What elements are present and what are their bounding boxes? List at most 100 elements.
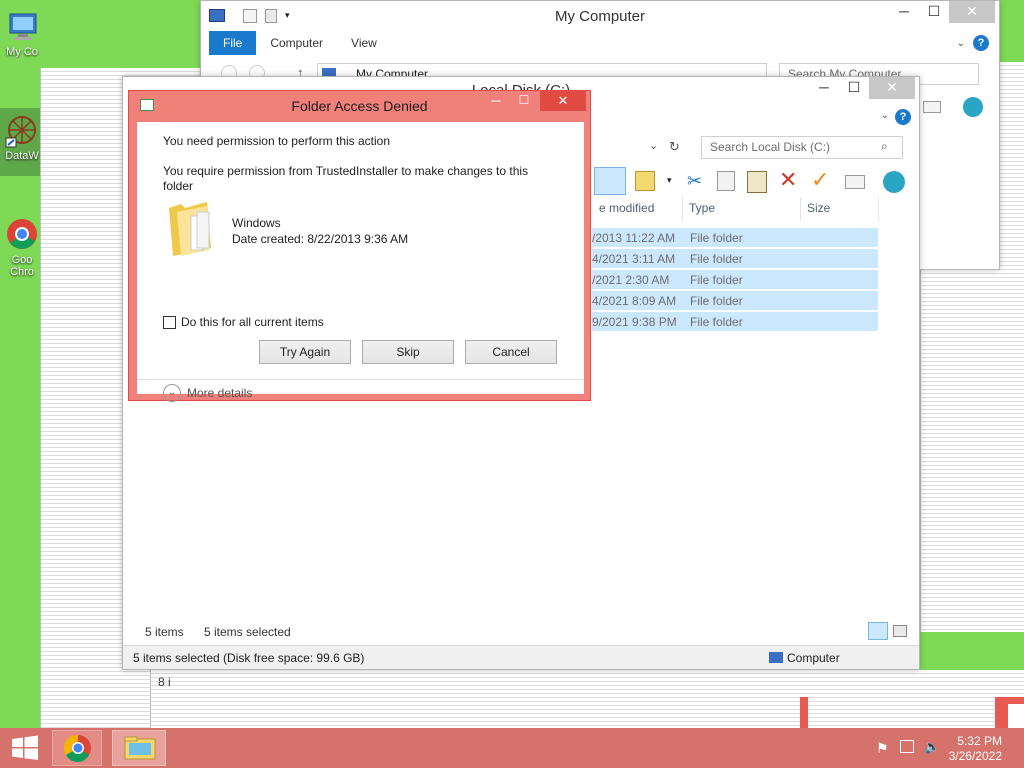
row-date: /2021 2:30 AM bbox=[592, 272, 670, 287]
column-date-modified[interactable]: e modified bbox=[593, 197, 683, 221]
search-input[interactable]: Search Local Disk (C:) bbox=[701, 136, 903, 159]
maximize-button[interactable]: ☐ bbox=[510, 93, 538, 113]
table-row[interactable]: 9/2021 9:38 PM File folder bbox=[592, 311, 878, 331]
maximize-button[interactable]: ☐ bbox=[839, 77, 869, 99]
checkmark-icon[interactable]: ✓ bbox=[811, 167, 829, 193]
taskbar-chrome-button[interactable] bbox=[52, 730, 102, 766]
minimize-button[interactable]: ─ bbox=[809, 77, 839, 99]
maximize-button[interactable]: ☐ bbox=[919, 1, 949, 23]
layout-icon[interactable] bbox=[594, 167, 626, 195]
delete-icon[interactable]: ✕ bbox=[779, 167, 797, 193]
cancel-button[interactable]: Cancel bbox=[465, 340, 557, 364]
network-icon[interactable] bbox=[900, 740, 914, 753]
column-size[interactable]: Size bbox=[801, 197, 879, 221]
row-date: /2013 11:22 AM bbox=[592, 230, 676, 245]
tab-file[interactable]: File bbox=[209, 31, 257, 55]
tab-computer[interactable]: Computer bbox=[256, 31, 337, 55]
taskbar: ⚑ 🔈 5:32 PM 3/26/2022 bbox=[0, 728, 1024, 768]
help-icon[interactable]: ? bbox=[895, 109, 911, 125]
refresh-icon[interactable]: ↻ bbox=[669, 139, 680, 155]
desktop-icon-chrome[interactable]: Goo Chro bbox=[0, 216, 44, 278]
row-type: File folder bbox=[690, 230, 743, 245]
status-bar: 5 items selected (Disk free space: 99.6 … bbox=[123, 645, 919, 669]
globe-icon[interactable] bbox=[963, 97, 983, 117]
try-again-button[interactable]: Try Again bbox=[259, 340, 351, 364]
more-details-link[interactable]: More details bbox=[187, 386, 252, 400]
file-explorer-icon bbox=[124, 736, 156, 760]
tab-view[interactable]: View bbox=[337, 31, 391, 55]
large-icons-view-icon[interactable] bbox=[893, 625, 907, 637]
system-tray: ⚑ 🔈 5:32 PM 3/26/2022 bbox=[854, 728, 1024, 768]
chevron-down-icon[interactable]: ⌄ bbox=[957, 38, 965, 49]
taskbar-explorer-button[interactable] bbox=[112, 730, 166, 766]
desktop-icon-label: My Co bbox=[6, 46, 38, 58]
status-items-count: 5 items bbox=[145, 625, 184, 639]
window-title: My Computer bbox=[554, 8, 646, 25]
dialog-divider bbox=[137, 379, 584, 380]
help-icon[interactable]: ? bbox=[973, 35, 989, 51]
ribbon-tabs: File Computer View ⌄ ? bbox=[201, 31, 999, 55]
chevron-down-icon[interactable]: ⌄ bbox=[881, 110, 889, 121]
start-button[interactable] bbox=[0, 730, 50, 766]
folder-name: Windows bbox=[232, 216, 281, 230]
chrome-icon bbox=[4, 216, 40, 252]
copy-icon[interactable] bbox=[717, 171, 735, 191]
desktop-icon-dataw[interactable]: DataW bbox=[0, 108, 44, 176]
status-location: Computer bbox=[787, 651, 840, 665]
view-icon[interactable] bbox=[923, 101, 941, 113]
desktop-icon-label: Goo bbox=[11, 254, 33, 266]
partial-status-text: 8 i bbox=[158, 675, 171, 689]
row-type: File folder bbox=[690, 272, 743, 287]
apply-all-label[interactable]: Do this for all current items bbox=[181, 315, 324, 329]
dialog-detail: You require permission from TrustedInsta… bbox=[163, 164, 529, 193]
details-view-icon[interactable] bbox=[868, 622, 888, 640]
search-icon[interactable]: ⌕ bbox=[881, 139, 888, 154]
chevron-down-icon[interactable]: ⌄ bbox=[649, 139, 658, 152]
rename-icon[interactable] bbox=[845, 175, 865, 189]
window-titlebar[interactable]: ▾ My Computer ─ ☐ ✕ bbox=[201, 1, 999, 31]
desktop-icon-my-computer[interactable]: My Co bbox=[0, 8, 44, 58]
folder-options-icon[interactable] bbox=[635, 171, 655, 191]
drag-trail-red-edge bbox=[800, 697, 808, 728]
folder-date-created: Date created: 8/22/2013 9:36 AM bbox=[232, 232, 409, 246]
row-type: File folder bbox=[690, 293, 743, 308]
minimize-button[interactable]: ─ bbox=[889, 1, 919, 23]
row-date: 4/2021 8:09 AM bbox=[592, 293, 677, 308]
cut-icon[interactable]: ✂ bbox=[687, 171, 702, 192]
row-type: File folder bbox=[690, 314, 743, 329]
close-button[interactable]: ✕ bbox=[869, 77, 915, 99]
skip-button[interactable]: Skip bbox=[362, 340, 454, 364]
apply-all-checkbox[interactable] bbox=[163, 316, 176, 329]
computer-icon bbox=[769, 652, 783, 663]
folder-icon bbox=[167, 198, 213, 260]
row-date: 9/2021 9:38 PM bbox=[592, 314, 677, 329]
status-bar-text: 5 items selected (Disk free space: 99.6 … bbox=[133, 651, 365, 665]
table-row[interactable]: 4/2021 8:09 AM File folder bbox=[592, 290, 878, 310]
window-drag-trail bbox=[150, 670, 1024, 728]
dialog-body: You need permission to perform this acti… bbox=[137, 122, 584, 402]
close-button[interactable]: ✕ bbox=[540, 91, 586, 111]
column-type[interactable]: Type bbox=[683, 197, 801, 221]
folder-access-denied-dialog[interactable]: Folder Access Denied ─ ☐ ✕ You need perm… bbox=[128, 90, 591, 402]
close-button[interactable]: ✕ bbox=[949, 1, 995, 23]
action-center-flag-icon[interactable]: ⚑ bbox=[876, 740, 889, 757]
chevron-down-icon[interactable]: ▾ bbox=[667, 175, 672, 186]
chevron-down-icon[interactable]: ⌄ bbox=[163, 384, 181, 402]
row-type: File folder bbox=[690, 251, 743, 266]
clock[interactable]: 5:32 PM 3/26/2022 bbox=[949, 734, 1002, 764]
windows-icon bbox=[12, 735, 38, 760]
dialog-message: You need permission to perform this acti… bbox=[163, 134, 391, 148]
clock-date: 3/26/2022 bbox=[948, 749, 1002, 763]
table-row[interactable]: /2021 2:30 AM File folder bbox=[592, 269, 878, 289]
desktop-icon-label-line2: Chro bbox=[10, 266, 34, 278]
globe-icon[interactable] bbox=[883, 171, 905, 193]
column-headers: e modified Type Size bbox=[593, 197, 879, 221]
dataw-icon bbox=[4, 112, 40, 148]
table-row[interactable]: /2013 11:22 AM File folder bbox=[592, 227, 878, 247]
volume-muted-icon[interactable]: 🔈 bbox=[924, 739, 940, 755]
window-drag-trail bbox=[1008, 704, 1024, 728]
table-row[interactable]: 4/2021 3:11 AM File folder bbox=[592, 248, 878, 268]
paste-icon[interactable] bbox=[747, 171, 767, 193]
minimize-button[interactable]: ─ bbox=[482, 93, 510, 113]
computer-icon bbox=[4, 8, 40, 44]
